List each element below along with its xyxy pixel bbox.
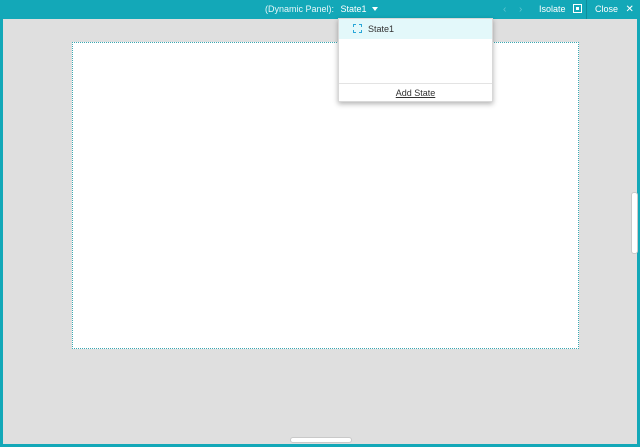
horizontal-scrollbar[interactable] <box>290 437 352 443</box>
close-label: Close <box>595 4 619 14</box>
isolate-label: Isolate <box>539 4 566 14</box>
state-dropdown-menu: State1 Add State <box>338 18 493 102</box>
current-state-label: State1 <box>340 4 367 14</box>
panel-type-label: (Dynamic Panel): <box>265 4 335 14</box>
chevron-right-icon[interactable]: › <box>519 0 522 19</box>
chevron-left-icon[interactable]: ‹ <box>503 0 506 19</box>
add-state-link[interactable]: Add State <box>339 84 492 102</box>
close-icon: ✕ <box>625 4 634 15</box>
dynamic-panel-area[interactable] <box>72 42 579 349</box>
state-item-label: State1 <box>368 24 395 34</box>
isolate-icon <box>573 4 583 14</box>
isolate-button[interactable]: Isolate <box>539 0 583 19</box>
editor-canvas[interactable] <box>3 19 638 444</box>
dynamic-panel-editor: (Dynamic Panel): State1 ‹ › Isolate Clos… <box>0 0 640 447</box>
vertical-scrollbar[interactable] <box>631 192 638 254</box>
state-list-item[interactable]: State1 <box>339 19 492 39</box>
state-selector[interactable]: (Dynamic Panel): State1 <box>265 0 379 19</box>
state-icon <box>353 24 362 33</box>
chevron-down-icon <box>372 6 379 11</box>
toolbar-divider <box>586 0 587 19</box>
close-button[interactable]: Close ✕ <box>595 0 634 19</box>
editor-toolbar: (Dynamic Panel): State1 ‹ › Isolate Clos… <box>0 0 640 19</box>
